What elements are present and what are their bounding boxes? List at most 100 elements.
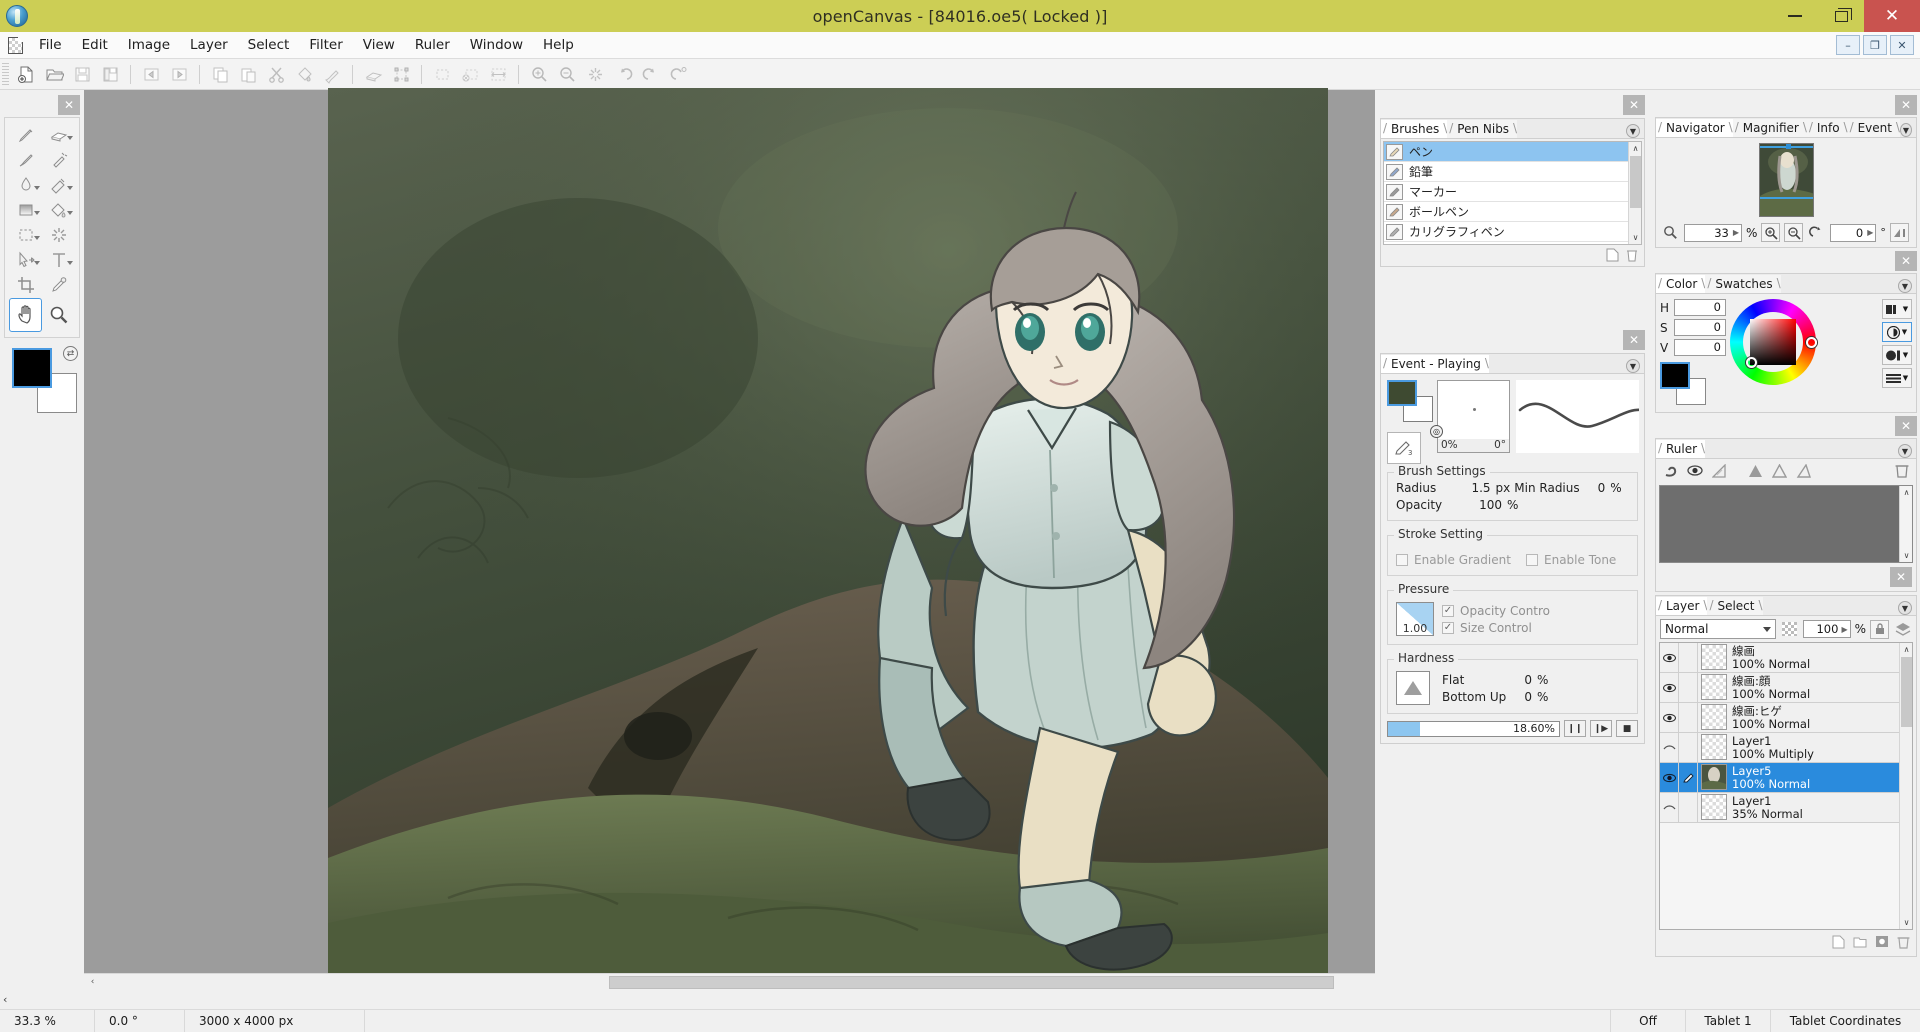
table-row[interactable]: Layer5 100% Normal [1660, 763, 1912, 793]
brushes-menu-icon[interactable]: ▼ [1626, 124, 1640, 138]
menu-file[interactable]: File [29, 34, 72, 56]
eyedropper-tool[interactable] [42, 273, 75, 296]
menu-filter[interactable]: Filter [299, 34, 352, 56]
delete-brush-icon[interactable] [1626, 248, 1638, 265]
mask-icon[interactable] [1780, 620, 1799, 639]
tab-navigator[interactable]: Navigator [1656, 119, 1733, 137]
brush-tool[interactable] [9, 148, 42, 171]
undo-icon[interactable] [609, 61, 637, 87]
layer-visibility-toggle[interactable] [1660, 763, 1679, 792]
tab-event[interactable]: Event [1848, 119, 1900, 137]
hand-tool[interactable] [9, 298, 42, 332]
save-as-icon[interactable] [96, 61, 124, 87]
back-arrow-icon[interactable] [137, 61, 165, 87]
ruler-footer-close-button[interactable]: ✕ [1890, 567, 1912, 587]
bottom-up-value[interactable]: 0 [1516, 690, 1532, 704]
layer-stack-icon[interactable] [1893, 620, 1912, 639]
minimize-button[interactable] [1772, 0, 1818, 32]
chevron-down-icon[interactable] [67, 186, 73, 190]
navigator-panel-close-button[interactable]: ✕ [1895, 95, 1917, 115]
tab-brushes[interactable]: Brushes [1381, 120, 1447, 138]
brushes-panel-close-button[interactable]: ✕ [1623, 95, 1645, 115]
chevron-right-icon[interactable]: ▶ [1733, 228, 1739, 237]
ruler-list[interactable]: ∧ ∨ [1659, 485, 1913, 563]
circle-mode-icon[interactable]: ▼ [1882, 345, 1912, 365]
layer-opacity-input[interactable]: 100 ▶ [1803, 620, 1851, 638]
magic-wand-tool[interactable] [42, 223, 75, 246]
saturation-input[interactable]: 0 [1674, 319, 1726, 336]
table-row[interactable]: 線画:顔 100% Normal [1660, 673, 1912, 703]
tilt-knob-icon[interactable]: ◎ [1430, 425, 1443, 438]
layer-visibility-toggle[interactable] [1660, 793, 1679, 822]
menu-image[interactable]: Image [118, 34, 180, 56]
select-all-icon[interactable] [428, 61, 456, 87]
blur-tool[interactable] [9, 173, 42, 196]
size-control-checkbox[interactable]: ✓ Size Control [1442, 621, 1550, 635]
step-forward-icon[interactable]: ❙▶ [1590, 720, 1612, 737]
cut-scissors-icon[interactable] [262, 61, 290, 87]
scroll-up-button[interactable]: ∧ [1900, 486, 1913, 499]
layer-visibility-toggle[interactable] [1660, 733, 1679, 762]
tab-ruler[interactable]: Ruler [1656, 440, 1705, 458]
list-item[interactable]: 鉛筆 [1384, 162, 1641, 182]
tab-event-playing[interactable]: Event - Playing [1381, 355, 1489, 373]
chevron-down-icon[interactable] [67, 261, 73, 265]
flat-value[interactable]: 0 [1516, 673, 1532, 687]
chevron-down-icon[interactable] [34, 211, 40, 215]
tab-select[interactable]: Select [1707, 597, 1762, 615]
layer-edit-toggle[interactable] [1679, 733, 1698, 762]
tool-palette-close-button[interactable]: ✕ [58, 95, 80, 115]
opacity-control-checkbox[interactable]: ✓ Opacity Contro [1442, 604, 1550, 618]
scroll-thumb[interactable] [1901, 657, 1912, 727]
marquee-tool[interactable] [9, 223, 42, 246]
flip-icon[interactable] [1890, 223, 1909, 242]
invert-selection-icon[interactable] [484, 61, 512, 87]
ruler-panel-close-button[interactable]: ✕ [1895, 416, 1917, 436]
eraser-tool[interactable] [42, 123, 75, 146]
tab-layer[interactable]: Layer [1656, 597, 1707, 615]
fill-bucket-icon[interactable] [290, 61, 318, 87]
eraser-icon[interactable] [359, 61, 387, 87]
artwork-canvas[interactable] [328, 88, 1328, 985]
foreground-color-swatch[interactable] [12, 348, 52, 388]
list-item[interactable]: ボールペン [1384, 202, 1641, 222]
chevron-down-icon[interactable] [34, 236, 40, 240]
zoom-input[interactable]: 33 ▶ [1684, 224, 1742, 242]
scroll-down-button[interactable]: ∨ [1900, 549, 1913, 562]
filled-triangle-icon[interactable] [1748, 464, 1763, 481]
layer-visibility-toggle[interactable] [1660, 673, 1679, 702]
layer-edit-toggle[interactable] [1679, 643, 1698, 672]
menu-ruler[interactable]: Ruler [405, 34, 460, 56]
sv-handle[interactable] [1746, 357, 1757, 368]
scroll-down-button[interactable]: ∨ [1900, 916, 1913, 929]
blend-mode-select[interactable]: Normal [1660, 619, 1776, 639]
chevron-down-icon[interactable] [34, 261, 40, 265]
crop-tool[interactable] [9, 273, 42, 296]
transform-icon[interactable] [387, 61, 415, 87]
gradient-tool[interactable] [9, 198, 42, 221]
menu-edit[interactable]: Edit [72, 34, 118, 56]
scroll-thumb[interactable] [1630, 156, 1641, 208]
color-panel-close-button[interactable]: ✕ [1895, 251, 1917, 271]
navigator-preview[interactable] [1656, 138, 1916, 219]
menu-window[interactable]: Window [460, 34, 533, 56]
color-square[interactable] [1750, 319, 1796, 365]
zoom-tool[interactable] [42, 298, 75, 332]
snap-icon[interactable] [1663, 464, 1678, 481]
trash-icon[interactable] [1895, 463, 1909, 481]
layer-edit-toggle[interactable] [1679, 673, 1698, 702]
mdi-restore-button[interactable]: ❐ [1863, 35, 1887, 55]
table-row[interactable]: 線画 100% Normal [1660, 643, 1912, 673]
new-folder-icon[interactable] [1853, 935, 1867, 951]
ruler-scrollbar[interactable]: ∧ ∨ [1899, 486, 1912, 562]
navigator-view-handle[interactable] [1786, 144, 1791, 149]
color-wheel[interactable] [1730, 299, 1816, 385]
list-item[interactable]: ペン [1384, 142, 1641, 162]
visible-icon[interactable] [1687, 464, 1703, 480]
rotate-input[interactable]: 0 ▶ [1830, 224, 1876, 242]
paste-icon[interactable] [234, 61, 262, 87]
tab-pen-nibs[interactable]: Pen Nibs [1447, 120, 1517, 138]
table-row[interactable]: Layer1 35% Normal [1660, 793, 1912, 823]
forward-arrow-icon[interactable] [165, 61, 193, 87]
navigator-thumbnail[interactable] [1759, 143, 1814, 217]
